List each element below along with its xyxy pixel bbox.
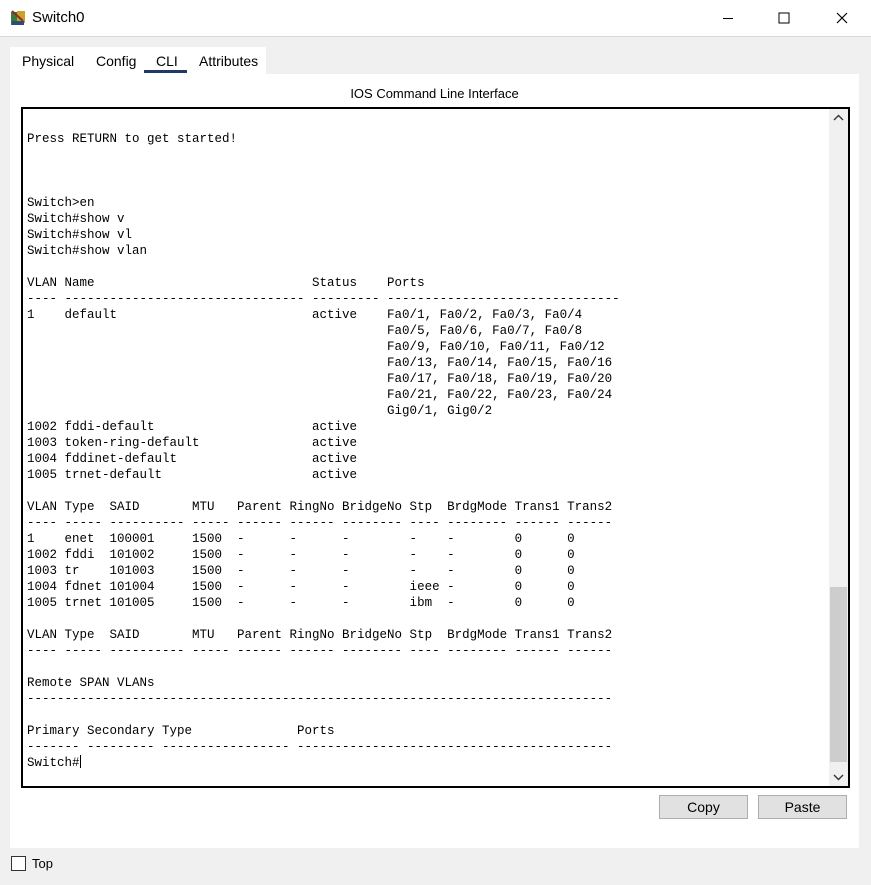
cli-heading: IOS Command Line Interface xyxy=(350,86,519,101)
minimize-button[interactable] xyxy=(699,0,757,36)
terminal-history: Press RETURN to get started! Switch>en S… xyxy=(27,132,620,754)
cli-panel: IOS Command Line Interface Press RETURN … xyxy=(10,74,859,848)
switch-device-icon xyxy=(9,9,27,27)
tab-cli[interactable]: CLI xyxy=(156,53,178,69)
tab-config[interactable]: Config xyxy=(96,53,136,69)
scroll-thumb[interactable] xyxy=(830,587,847,762)
terminal-output[interactable]: Press RETURN to get started! Switch>en S… xyxy=(27,115,620,771)
minimize-icon xyxy=(723,18,733,19)
close-button[interactable] xyxy=(813,0,871,36)
tab-bar: Physical Config CLI Attributes xyxy=(10,47,266,74)
chevron-up-icon xyxy=(833,114,844,121)
terminal-prompt: Switch# xyxy=(27,756,80,770)
top-checkbox-label: Top xyxy=(32,856,53,871)
maximize-icon xyxy=(778,12,790,24)
scroll-up-button[interactable] xyxy=(829,109,848,126)
chevron-down-icon xyxy=(833,774,844,781)
title-bar: Switch0 xyxy=(0,0,871,37)
tab-attributes[interactable]: Attributes xyxy=(199,53,258,69)
maximize-button[interactable] xyxy=(755,0,813,36)
tab-physical[interactable]: Physical xyxy=(22,53,74,69)
cli-terminal[interactable]: Press RETURN to get started! Switch>en S… xyxy=(21,107,850,788)
scroll-down-button[interactable] xyxy=(829,769,848,786)
close-icon xyxy=(836,12,848,24)
top-checkbox[interactable] xyxy=(11,856,26,871)
copy-button[interactable]: Copy xyxy=(659,795,748,819)
terminal-scrollbar[interactable] xyxy=(829,109,848,786)
window-title: Switch0 xyxy=(32,9,85,26)
text-cursor xyxy=(79,755,81,768)
active-tab-indicator xyxy=(144,70,187,73)
paste-button[interactable]: Paste xyxy=(758,795,847,819)
